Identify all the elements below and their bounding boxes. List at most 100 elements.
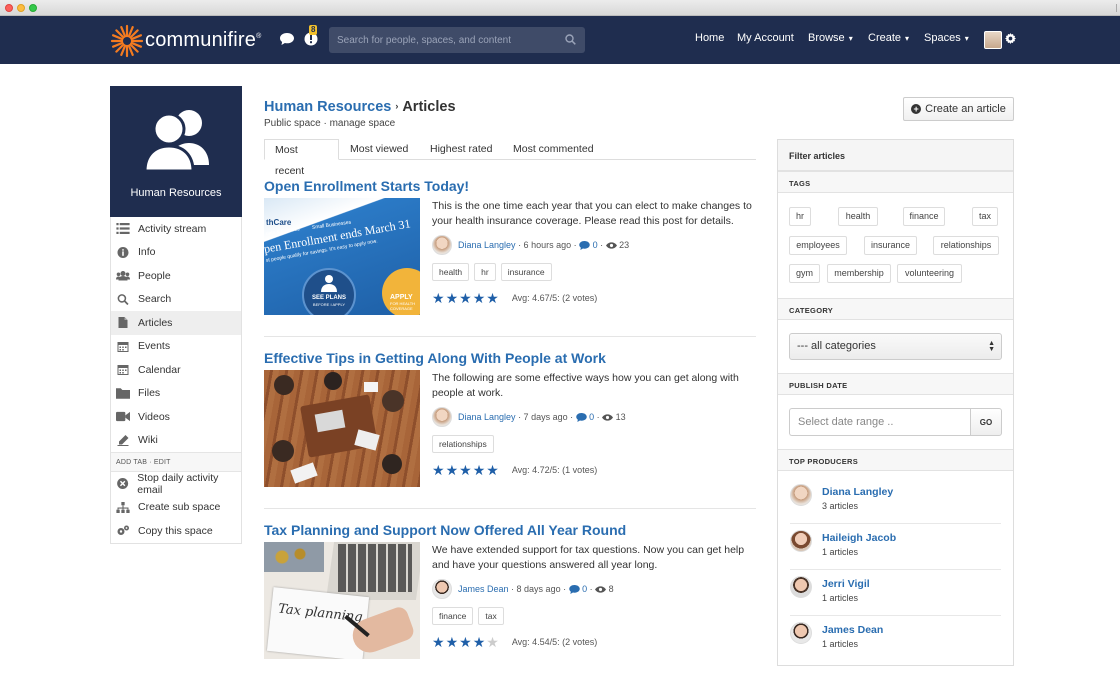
search-input[interactable] xyxy=(329,27,585,53)
sidebar-item-videos[interactable]: Videos xyxy=(111,405,241,429)
space-subtitle[interactable]: Public space · manage space xyxy=(264,118,395,129)
folder-icon xyxy=(116,388,130,399)
filter-tag-health[interactable]: health xyxy=(838,207,878,226)
sidebar-item-activity-stream[interactable]: Activity stream xyxy=(111,217,241,241)
tag-link[interactable]: finance xyxy=(432,607,474,625)
producer-name-link[interactable]: Haileigh Jacob xyxy=(822,532,896,544)
zoom-window-button[interactable] xyxy=(29,4,37,12)
producer-item[interactable]: Haileigh Jacob 1 articles xyxy=(778,525,1013,571)
sidebar-item-people[interactable]: People xyxy=(111,264,241,288)
star-icon[interactable]: ★ xyxy=(432,463,445,477)
nav-browse[interactable]: Browse ▾ xyxy=(808,32,853,44)
filter-tag-tax[interactable]: tax xyxy=(972,207,998,226)
gear-icon[interactable] xyxy=(1005,33,1016,44)
star-icon[interactable]: ★ xyxy=(473,463,486,477)
tag-link[interactable]: health xyxy=(432,263,470,281)
producer-avatar[interactable] xyxy=(790,622,812,644)
article-title-link[interactable]: Tax Planning and Support Now Offered All… xyxy=(264,522,626,538)
tab-highest-rated[interactable]: Highest rated xyxy=(420,139,502,160)
star-icon[interactable]: ★ xyxy=(473,291,486,305)
nav-create[interactable]: Create ▾ xyxy=(868,32,909,44)
article-title-link[interactable]: Effective Tips in Getting Along With Peo… xyxy=(264,350,606,366)
sidebar-item-files[interactable]: Files xyxy=(111,382,241,406)
star-icon[interactable]: ★ xyxy=(459,291,472,305)
comment-count[interactable]: 0 xyxy=(582,584,587,594)
star-icon[interactable]: ★ xyxy=(486,463,499,477)
filter-tag-membership[interactable]: membership xyxy=(827,264,891,283)
sidebar-item-info[interactable]: Info xyxy=(111,241,241,265)
nav-home[interactable]: Home xyxy=(695,32,724,44)
article-thumbnail[interactable] xyxy=(264,370,420,487)
sidebar-item-events[interactable]: Events xyxy=(111,335,241,359)
close-window-button[interactable] xyxy=(5,4,13,12)
star-icon[interactable]: ★ xyxy=(486,291,499,305)
filter-tag-employees[interactable]: employees xyxy=(789,236,847,255)
author-link[interactable]: James Dean xyxy=(458,584,509,594)
brand-name[interactable]: communifire® xyxy=(145,29,261,52)
filter-tag-insurance[interactable]: insurance xyxy=(864,236,917,255)
stop-daily-email-action[interactable]: Stop daily activity email xyxy=(111,472,241,496)
filter-tag-gym[interactable]: gym xyxy=(789,264,820,283)
article-title-link[interactable]: Open Enrollment Starts Today! xyxy=(264,178,469,194)
breadcrumb-space-link[interactable]: Human Resources xyxy=(264,99,391,115)
create-article-button[interactable]: + Create an article xyxy=(903,97,1014,121)
create-sub-space-action[interactable]: Create sub space xyxy=(111,496,241,520)
copy-space-action[interactable]: Copy this space xyxy=(111,519,241,543)
author-avatar[interactable] xyxy=(432,407,452,427)
tab-most-recent[interactable]: Most recent xyxy=(264,139,339,177)
producer-item[interactable]: Diana Langley 3 articles xyxy=(778,479,1013,525)
author-avatar[interactable] xyxy=(432,579,452,599)
minimize-window-button[interactable] xyxy=(17,4,25,12)
author-link[interactable]: Diana Langley xyxy=(458,240,516,250)
producer-avatar[interactable] xyxy=(790,484,812,506)
author-avatar[interactable] xyxy=(432,235,452,255)
communifire-logo-icon[interactable] xyxy=(110,24,144,58)
star-icon[interactable]: ★ xyxy=(473,635,486,649)
comment-count[interactable]: 0 xyxy=(589,412,594,422)
filter-tag-volunteering[interactable]: volunteering xyxy=(897,264,962,283)
nav-spaces[interactable]: Spaces ▾ xyxy=(924,32,969,44)
tag-link[interactable]: tax xyxy=(478,607,504,625)
star-icon[interactable]: ★ xyxy=(446,635,459,649)
nav-my-account[interactable]: My Account xyxy=(737,32,794,44)
filter-tag-relationships[interactable]: relationships xyxy=(933,236,999,255)
chat-icon[interactable] xyxy=(280,33,294,45)
space-card[interactable]: Human Resources xyxy=(110,86,242,217)
go-button[interactable]: GO xyxy=(970,408,1002,436)
article-item: Tax Planning and Support Now Offered All… xyxy=(264,522,756,662)
producer-item[interactable]: Jerri Vigil 1 articles xyxy=(778,571,1013,617)
article-thumbnail[interactable]: Tax planning xyxy=(264,542,420,659)
search-icon[interactable] xyxy=(565,34,576,45)
star-icon[interactable]: ★ xyxy=(432,291,445,305)
star-icon[interactable]: ★ xyxy=(432,635,445,649)
date-range-input[interactable] xyxy=(789,408,970,436)
sidebar-item-articles[interactable]: Articles xyxy=(111,311,241,335)
filter-tag-finance[interactable]: finance xyxy=(903,207,945,226)
tag-link[interactable]: hr xyxy=(474,263,496,281)
sidebar-item-search[interactable]: Search xyxy=(111,288,241,312)
filter-tag-hr[interactable]: hr xyxy=(789,207,811,226)
user-avatar[interactable] xyxy=(984,31,1002,49)
star-icon[interactable]: ★ xyxy=(446,463,459,477)
star-icon[interactable]: ★ xyxy=(459,635,472,649)
tag-link[interactable]: insurance xyxy=(500,263,552,281)
add-tab-edit-link[interactable]: ADD TAB · EDIT xyxy=(111,452,241,472)
article-thumbnail[interactable]: thCare uals & Families Small Businesses … xyxy=(264,198,420,315)
producer-avatar[interactable] xyxy=(790,530,812,552)
tab-most-commented[interactable]: Most commented xyxy=(503,139,604,160)
category-select[interactable]: --- all categories ▲ ▼ xyxy=(789,333,1002,360)
producer-avatar[interactable] xyxy=(790,576,812,598)
author-link[interactable]: Diana Langley xyxy=(458,412,516,422)
comment-count[interactable]: 0 xyxy=(593,240,598,250)
star-empty-icon[interactable]: ★ xyxy=(486,635,499,649)
sidebar-item-calendar[interactable]: Calendar xyxy=(111,358,241,382)
producer-name-link[interactable]: James Dean xyxy=(822,624,883,636)
star-icon[interactable]: ★ xyxy=(446,291,459,305)
producer-item[interactable]: James Dean 1 articles xyxy=(778,617,1013,663)
star-icon[interactable]: ★ xyxy=(459,463,472,477)
tag-link[interactable]: relationships xyxy=(432,435,494,453)
producer-name-link[interactable]: Jerri Vigil xyxy=(822,578,870,590)
sidebar-item-wiki[interactable]: Wiki xyxy=(111,429,241,453)
producer-name-link[interactable]: Diana Langley xyxy=(822,486,893,498)
tab-most-viewed[interactable]: Most viewed xyxy=(340,139,418,160)
